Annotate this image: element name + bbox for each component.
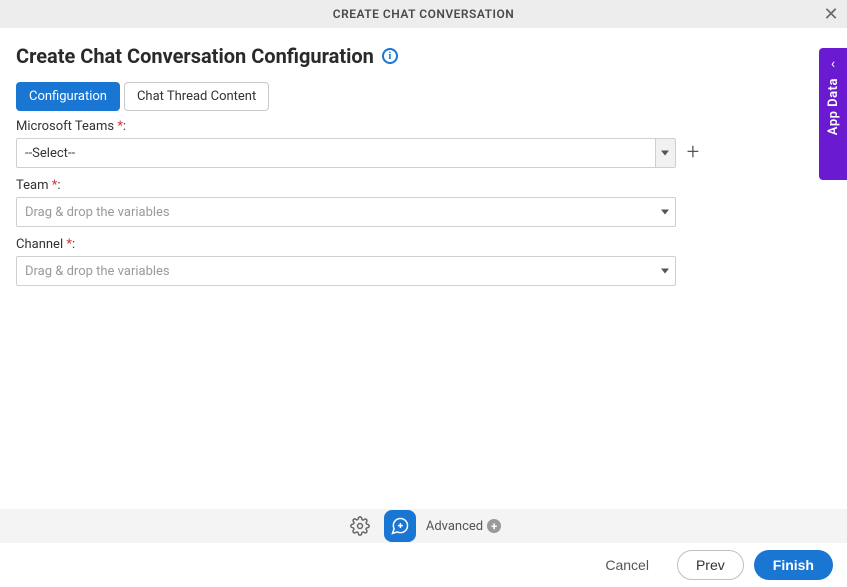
- tab-label: Configuration: [29, 89, 107, 104]
- field-label: Team *:: [16, 178, 831, 193]
- chevron-down-icon: [661, 269, 669, 274]
- modal-header: CREATE CHAT CONVERSATION ✕: [0, 0, 847, 28]
- cancel-button[interactable]: Cancel: [587, 551, 667, 579]
- add-connection-button[interactable]: +: [682, 142, 704, 164]
- field-label: Microsoft Teams *:: [16, 119, 831, 134]
- team-select[interactable]: Drag & drop the variables: [16, 197, 676, 227]
- microsoft-teams-select[interactable]: --Select--: [16, 138, 676, 168]
- field-channel: Channel *: Drag & drop the variables: [16, 237, 831, 286]
- required-indicator: *: [117, 119, 123, 134]
- required-indicator: *: [52, 178, 58, 193]
- button-label: Prev: [696, 557, 725, 573]
- prev-button[interactable]: Prev: [677, 550, 744, 580]
- channel-select[interactable]: Drag & drop the variables: [16, 256, 676, 286]
- app-data-panel-toggle[interactable]: ‹ App Data: [819, 48, 847, 180]
- chevron-down-icon: [661, 210, 669, 215]
- info-icon[interactable]: i: [382, 48, 398, 64]
- advanced-toggle[interactable]: Advanced +: [426, 519, 501, 534]
- modal-body: Create Chat Conversation Configuration i…: [0, 28, 847, 286]
- chevron-left-icon: ‹: [831, 56, 835, 72]
- tab-label: Chat Thread Content: [137, 89, 256, 104]
- page-title-row: Create Chat Conversation Configuration i: [16, 44, 831, 68]
- label-text: Channel: [16, 237, 63, 252]
- plus-circle-icon: +: [487, 519, 501, 533]
- tab-configuration[interactable]: Configuration: [16, 82, 120, 111]
- select-placeholder: Drag & drop the variables: [25, 264, 170, 279]
- field-label: Channel *:: [16, 237, 831, 252]
- field-row: --Select-- +: [16, 138, 831, 168]
- close-icon[interactable]: ✕: [821, 4, 841, 24]
- modal-title: CREATE CHAT CONVERSATION: [333, 7, 514, 21]
- chat-add-icon[interactable]: [384, 510, 416, 542]
- button-label: Finish: [773, 557, 814, 573]
- finish-button[interactable]: Finish: [754, 550, 833, 580]
- side-panel-label: App Data: [826, 78, 841, 135]
- select-value: --Select--: [25, 146, 75, 161]
- label-text: Microsoft Teams: [16, 119, 114, 134]
- label-text: Team: [16, 178, 49, 193]
- field-team: Team *: Drag & drop the variables: [16, 178, 831, 227]
- required-indicator: *: [66, 237, 72, 252]
- button-label: Cancel: [605, 557, 649, 573]
- footer: Cancel Prev Finish: [0, 543, 847, 587]
- tabs: Configuration Chat Thread Content: [16, 82, 831, 111]
- select-placeholder: Drag & drop the variables: [25, 205, 170, 220]
- tab-chat-thread-content[interactable]: Chat Thread Content: [124, 82, 269, 111]
- advanced-label: Advanced: [426, 519, 483, 534]
- page-title: Create Chat Conversation Configuration: [16, 44, 374, 68]
- gear-icon[interactable]: [346, 512, 374, 540]
- bottom-toolbar: Advanced +: [0, 509, 847, 543]
- chevron-down-icon: [661, 151, 669, 156]
- field-microsoft-teams: Microsoft Teams *: --Select-- +: [16, 119, 831, 168]
